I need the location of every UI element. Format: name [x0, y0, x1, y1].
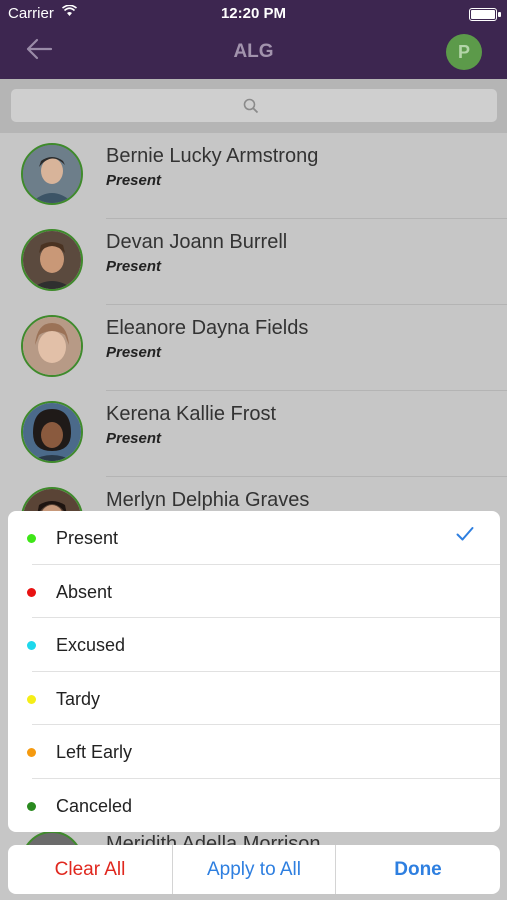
status-option-absent[interactable]: Absent — [8, 565, 500, 618]
student-name: Bernie Lucky Armstrong — [106, 145, 319, 167]
student-row[interactable]: Kerena Kallie Frost Present — [0, 391, 507, 477]
student-photo — [21, 143, 83, 205]
top-bar: Carrier 12:20 PM ALG P — [0, 0, 507, 79]
student-name: Merlyn Delphia Graves — [106, 489, 310, 511]
search-input[interactable] — [11, 89, 497, 122]
status-option-canceled[interactable]: Canceled — [8, 779, 500, 833]
student-name: Eleanore Dayna Fields — [106, 317, 309, 339]
status-dot — [27, 641, 36, 650]
status-dot — [27, 587, 36, 597]
checkmark-icon — [456, 526, 474, 547]
done-button[interactable]: Done — [336, 845, 500, 894]
clear-all-button[interactable]: Clear All — [8, 845, 172, 894]
student-status: Present — [106, 430, 162, 447]
page-title: ALG — [233, 41, 274, 62]
status-option-label: Left Early — [56, 742, 133, 762]
status-dot — [27, 748, 36, 757]
status-option-label: Canceled — [56, 795, 133, 816]
status-option-label: Present — [56, 528, 119, 548]
user-avatar[interactable]: P — [446, 34, 482, 70]
status-option-label: Tardy — [56, 688, 101, 709]
student-row[interactable]: Eleanore Dayna Fields Present — [0, 305, 507, 391]
apply-to-all-button[interactable]: Apply to All — [172, 845, 336, 894]
status-option-label: Absent — [56, 581, 113, 602]
search-bar — [0, 79, 507, 133]
status-option-present[interactable]: Present — [8, 511, 500, 565]
student-status: Present — [106, 172, 162, 189]
status-option-left-early[interactable]: Left Early — [8, 725, 500, 779]
student-row[interactable]: Bernie Lucky Armstrong Present — [0, 133, 507, 219]
attendance-status-picker: Present Absent Excused Tardy Left Early … — [8, 511, 500, 832]
student-photo — [21, 401, 83, 463]
magnifier-icon — [243, 98, 259, 114]
status-dot — [27, 801, 36, 811]
status-option-label: Excused — [56, 635, 126, 655]
student-status: Present — [106, 344, 162, 361]
student-status: Present — [106, 258, 162, 275]
student-name: Kerena Kallie Frost — [106, 403, 277, 425]
nav-bar: ALG P — [0, 28, 507, 79]
battery-icon — [469, 8, 501, 21]
status-bar: Carrier 12:20 PM — [0, 0, 507, 28]
status-dot — [27, 694, 36, 704]
student-photo — [21, 315, 83, 377]
action-bar: Clear All Apply to All Done — [8, 845, 500, 894]
status-option-tardy[interactable]: Tardy — [8, 672, 500, 725]
clock: 12:20 PM — [220, 5, 287, 22]
student-row[interactable]: Devan Joann Burrell Present — [0, 219, 507, 305]
student-name: Devan Joann Burrell — [106, 231, 288, 253]
status-option-excused[interactable]: Excused — [8, 618, 500, 672]
student-photo — [21, 229, 83, 291]
status-dot — [27, 534, 36, 543]
